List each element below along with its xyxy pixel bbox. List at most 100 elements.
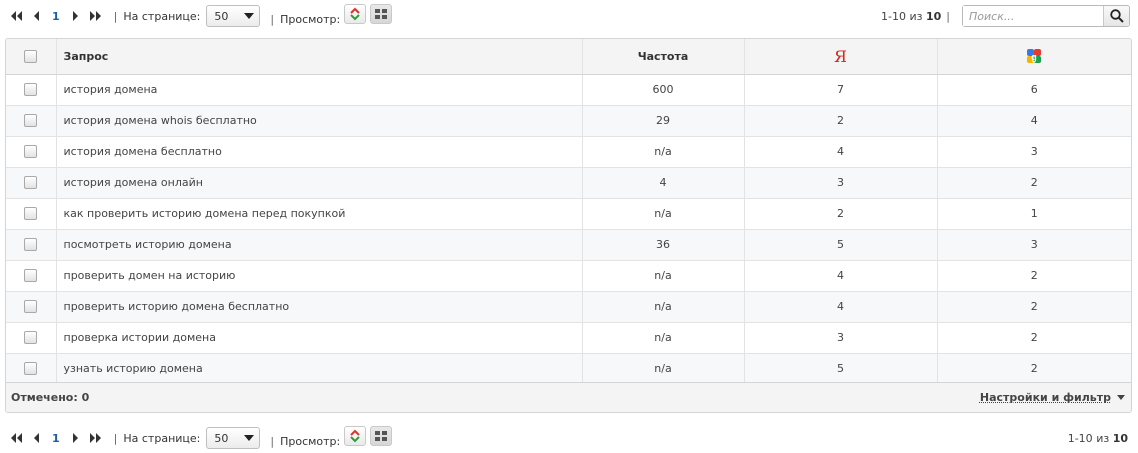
- per-page-select[interactable]: 50: [206, 427, 261, 449]
- row-checkbox[interactable]: [24, 238, 38, 252]
- google-position-cell: 1: [936, 198, 1131, 230]
- svg-text:g: g: [1032, 52, 1038, 62]
- view-label: Просмотр:: [280, 434, 341, 448]
- google-position-cell: 3: [936, 229, 1131, 261]
- query-cell: узнать историю домена: [55, 353, 582, 385]
- google-position-cell: 2: [936, 353, 1131, 385]
- query-cell: посмотреть историю домена: [55, 229, 582, 261]
- per-page-label: На странице:: [123, 431, 201, 445]
- expand-collapse-icon: [350, 7, 360, 21]
- expand-collapse-button[interactable]: [344, 426, 367, 446]
- per-page-label: На странице:: [123, 9, 201, 23]
- prev-page-icon[interactable]: [30, 10, 42, 22]
- top-toolbar: 1 | На странице: 50 | Просмотр: 1-10 из …: [0, 4, 1138, 28]
- yandex-position-cell: 5: [743, 229, 937, 261]
- query-cell: проверить домен на историю: [55, 260, 582, 292]
- google-position-cell: 2: [936, 322, 1131, 354]
- bottom-pager: 1 | На странице: 50 | Просмотр:: [10, 426, 393, 449]
- query-cell: проверить историю домена бесплатно: [55, 291, 582, 323]
- table-row[interactable]: узнать историю домена n/a 5 2: [6, 353, 1131, 385]
- last-page-icon[interactable]: [89, 10, 102, 22]
- next-page-icon[interactable]: [70, 432, 82, 444]
- separator: |: [113, 9, 118, 23]
- row-checkbox[interactable]: [24, 362, 38, 376]
- column-header-yandex[interactable]: Я: [743, 39, 937, 75]
- query-cell: история домена бесплатно: [55, 136, 582, 168]
- google-position-cell: 3: [936, 136, 1131, 168]
- table-row[interactable]: история домена бесплатно n/a 4 3: [6, 136, 1131, 168]
- table-row[interactable]: проверка истории домена n/a 3 2: [6, 322, 1131, 354]
- table-row[interactable]: посмотреть историю домена 36 5 3: [6, 229, 1131, 261]
- table-row[interactable]: история домена онлайн 4 3 2: [6, 167, 1131, 199]
- bottom-right-block: 1-10 из 10: [1068, 432, 1138, 445]
- table-row[interactable]: проверить историю домена бесплатно n/a 4 2: [6, 291, 1131, 323]
- search-button[interactable]: [1103, 6, 1129, 26]
- frequency-cell: 600: [581, 74, 744, 106]
- top-pager: 1 | На странице: 50 | Просмотр:: [10, 4, 393, 27]
- marked-count: Отмечено: 0: [11, 391, 90, 404]
- settings-filter-link[interactable]: Настройки и фильтр: [980, 391, 1125, 404]
- row-checkbox[interactable]: [24, 114, 38, 128]
- current-page[interactable]: 1: [52, 10, 60, 23]
- google-position-cell: 4: [936, 105, 1131, 137]
- query-cell: проверка истории домена: [55, 322, 582, 354]
- table-row[interactable]: история домена whois бесплатно 29 2 4: [6, 105, 1131, 137]
- separator: |: [270, 12, 275, 26]
- row-checkbox[interactable]: [24, 176, 38, 190]
- grid-view-icon: [375, 431, 388, 441]
- frequency-cell: 29: [581, 105, 744, 137]
- row-checkbox[interactable]: [24, 331, 38, 345]
- chevron-down-icon: [244, 13, 255, 19]
- grid-view-button[interactable]: [370, 4, 393, 24]
- view-label: Просмотр:: [280, 12, 341, 26]
- frequency-cell: n/a: [581, 291, 744, 323]
- frequency-cell: n/a: [581, 198, 744, 230]
- last-page-icon[interactable]: [89, 432, 102, 444]
- first-page-icon[interactable]: [10, 432, 22, 444]
- frequency-cell: n/a: [581, 353, 744, 385]
- google-position-cell: 2: [936, 167, 1131, 199]
- row-checkbox[interactable]: [24, 83, 38, 97]
- prev-page-icon[interactable]: [30, 432, 42, 444]
- row-checkbox[interactable]: [24, 207, 38, 221]
- yandex-position-cell: 7: [743, 74, 937, 106]
- table-row[interactable]: проверить домен на историю n/a 4 2: [6, 260, 1131, 292]
- yandex-position-cell: 2: [743, 105, 937, 137]
- row-checkbox[interactable]: [24, 300, 38, 314]
- column-header-google[interactable]: g: [936, 39, 1131, 75]
- table-row[interactable]: как проверить историю домена перед покуп…: [6, 198, 1131, 230]
- query-cell: история домена онлайн: [55, 167, 582, 199]
- expand-collapse-button[interactable]: [344, 4, 367, 24]
- results-table: Запрос Частота Я g история домена 600 7 6 и…: [6, 39, 1131, 385]
- per-page-select[interactable]: 50: [206, 5, 261, 27]
- top-right-block: 1-10 из 10 |: [881, 5, 1138, 27]
- table-row[interactable]: история домена 600 7 6: [6, 74, 1131, 106]
- row-checkbox[interactable]: [24, 145, 38, 159]
- chevron-down-icon: [1117, 395, 1125, 400]
- google-position-cell: 2: [936, 260, 1131, 292]
- next-page-icon[interactable]: [70, 10, 82, 22]
- frequency-cell: 36: [581, 229, 744, 261]
- frequency-cell: n/a: [581, 260, 744, 292]
- select-all-checkbox[interactable]: [24, 50, 38, 63]
- row-checkbox[interactable]: [24, 269, 38, 283]
- grid-view-button[interactable]: [370, 426, 393, 446]
- query-cell: история домена whois бесплатно: [55, 105, 582, 137]
- frequency-cell: 4: [581, 167, 744, 199]
- yandex-position-cell: 4: [743, 260, 937, 292]
- select-all-cell: [6, 39, 56, 75]
- yandex-position-cell: 4: [743, 136, 937, 168]
- separator: |: [946, 9, 950, 23]
- range-count: 1-10 из 10: [881, 9, 942, 23]
- google-position-cell: 2: [936, 291, 1131, 323]
- query-cell: как проверить историю домена перед покуп…: [55, 198, 582, 230]
- frequency-cell: n/a: [581, 136, 744, 168]
- column-header-query[interactable]: Запрос: [55, 39, 582, 75]
- column-header-frequency[interactable]: Частота: [581, 39, 744, 75]
- first-page-icon[interactable]: [10, 10, 22, 22]
- current-page[interactable]: 1: [52, 432, 60, 445]
- settings-filter-label: Настройки и фильтр: [979, 391, 1111, 404]
- yandex-position-cell: 5: [743, 353, 937, 385]
- yandex-icon: Я: [834, 46, 847, 66]
- search-input[interactable]: [963, 6, 1103, 26]
